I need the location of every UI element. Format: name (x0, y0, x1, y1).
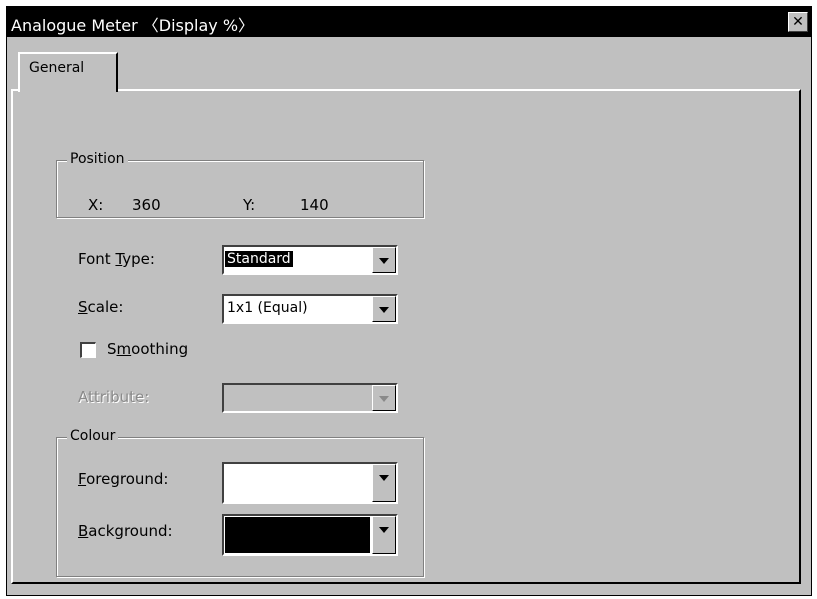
chevron-down-icon[interactable] (372, 296, 396, 322)
background-label-post: ackground: (88, 522, 173, 540)
position-groupbox: Position (56, 151, 424, 218)
background-label: Background: (78, 522, 173, 540)
font-type-label-pre: Font (78, 250, 116, 268)
window-title: Analogue Meter 〈Display %〉 (11, 16, 255, 35)
chevron-down-icon[interactable] (372, 516, 396, 554)
scale-dropdown[interactable]: 1x1 (Equal) (222, 294, 398, 324)
smoothing-label[interactable]: Smoothing (107, 340, 188, 358)
title-bar[interactable]: Analogue Meter 〈Display %〉 ✕ (7, 7, 811, 37)
font-type-dropdown[interactable]: Standard (222, 245, 398, 275)
position-x-value: 360 (132, 196, 161, 214)
position-x-label: X: (88, 196, 104, 214)
foreground-colour-dropdown[interactable] (222, 462, 398, 504)
attribute-dropdown (222, 383, 398, 413)
chevron-down-icon[interactable] (372, 247, 396, 273)
scale-label-mnemonic: S (78, 298, 88, 316)
chevron-down-icon (372, 385, 396, 411)
font-type-value: Standard (224, 250, 294, 268)
position-y-label: Y: (243, 196, 256, 214)
smoothing-label-post: oothing (131, 340, 189, 358)
scale-label: Scale: (78, 298, 123, 316)
position-y-value: 140 (300, 196, 329, 214)
background-colour-swatch (225, 517, 370, 553)
font-type-label: Font Type: (78, 250, 155, 268)
tab-general-label: General (29, 60, 85, 76)
smoothing-label-mnemonic: m (116, 340, 132, 358)
close-icon: ✕ (792, 14, 804, 30)
smoothing-label-pre: S (107, 340, 117, 358)
colour-groupbox: Colour (56, 428, 424, 577)
colour-group-label: Colour (67, 428, 119, 444)
foreground-label-post: oreground: (86, 470, 169, 488)
tab-general[interactable]: General (18, 52, 118, 92)
scale-label-post: cale: (87, 298, 124, 316)
foreground-colour-swatch (225, 465, 370, 501)
close-button[interactable]: ✕ (788, 12, 808, 32)
foreground-label: Foreground: (78, 470, 168, 488)
background-label-mnemonic: B (78, 522, 89, 540)
chevron-down-icon[interactable] (372, 464, 396, 502)
attribute-label: Attribute: (78, 388, 150, 406)
font-type-label-post: ype: (122, 250, 155, 268)
smoothing-checkbox[interactable] (80, 342, 96, 358)
scale-value: 1x1 (Equal) (227, 300, 308, 316)
foreground-label-mnemonic: F (78, 470, 87, 488)
background-colour-dropdown[interactable] (222, 514, 398, 556)
position-group-label: Position (67, 151, 128, 167)
